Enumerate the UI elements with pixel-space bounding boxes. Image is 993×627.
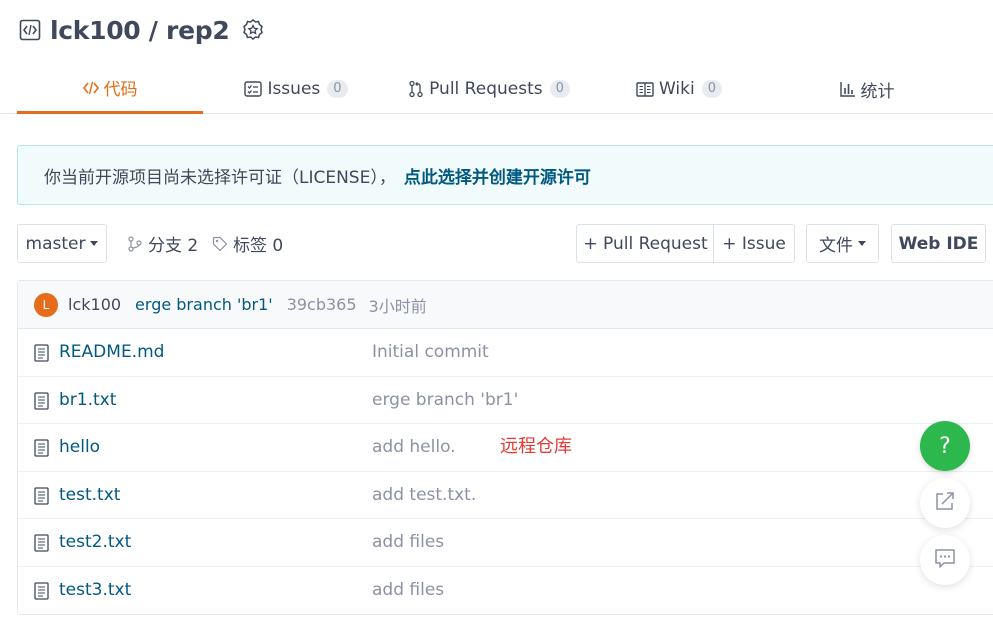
- file-last-commit[interactable]: add hello.: [372, 437, 456, 457]
- new-pull-request-button[interactable]: + Pull Request: [576, 224, 715, 263]
- branch-icon: [127, 235, 143, 252]
- issues-count-badge: 0: [327, 80, 348, 98]
- stats-icon: [839, 81, 856, 97]
- new-issue-label: + Issue: [722, 233, 786, 254]
- branch-select-label: master: [25, 233, 86, 254]
- file-last-commit[interactable]: erge branch 'br1': [372, 390, 518, 410]
- annotation-label: 远程仓库: [500, 436, 572, 457]
- license-notice-text: 你当前开源项目尚未选择许可证（LICENSE），: [44, 167, 396, 188]
- repo-toolbar: master 分支 2 标签 0 + Pull Request + Issue …: [17, 224, 993, 264]
- share-icon: [934, 490, 956, 516]
- file-icon: [34, 344, 50, 362]
- create-license-link[interactable]: 点此选择并创建开源许可: [404, 163, 591, 188]
- help-button[interactable]: ?: [920, 421, 970, 471]
- file-icon: [34, 534, 50, 552]
- wiki-icon: [636, 81, 654, 97]
- file-last-commit[interactable]: add files: [372, 532, 444, 552]
- repo-header: lck100 / rep2: [18, 14, 265, 46]
- file-icon: [34, 486, 50, 505]
- license-notice: 你当前开源项目尚未选择许可证（LICENSE）， 点此选择并创建开源许可: [17, 145, 993, 205]
- tab-label: Issues: [267, 79, 321, 99]
- chat-icon: [934, 547, 956, 573]
- new-issue-button[interactable]: + Issue: [713, 224, 795, 263]
- file-row[interactable]: README.md Initial commit: [18, 329, 993, 377]
- file-menu-button[interactable]: 文件: [806, 224, 879, 263]
- file-last-commit[interactable]: Initial commit: [372, 342, 489, 362]
- tab-label: 代码: [103, 80, 138, 100]
- chat-button[interactable]: [920, 535, 970, 585]
- branches-count: 分支 2: [148, 236, 199, 256]
- file-last-commit[interactable]: add files: [372, 580, 444, 600]
- chevron-down-icon: [90, 241, 99, 246]
- file-icon: [34, 439, 50, 457]
- tab-stats[interactable]: 统计: [769, 64, 965, 114]
- file-row[interactable]: test3.txt add files: [18, 567, 993, 615]
- file-menu-label: 文件: [819, 236, 853, 256]
- code-repo-icon: [18, 18, 42, 42]
- branches-link[interactable]: 分支 2: [127, 224, 198, 263]
- file-name[interactable]: test3.txt: [59, 580, 131, 600]
- tab-wiki[interactable]: Wiki 0: [589, 64, 769, 114]
- tags-count: 标签 0: [233, 236, 284, 256]
- commit-time: 3小时前: [368, 296, 427, 316]
- repo-title[interactable]: lck100 / rep2: [50, 16, 230, 45]
- file-name[interactable]: hello: [59, 437, 100, 457]
- repo-tabs: 代码 Issues 0 Pull Requests 0 Wiki 0 统计: [0, 64, 993, 114]
- commit-author[interactable]: lck100: [68, 295, 121, 314]
- pull-requests-count-badge: 0: [549, 80, 570, 98]
- tab-label: 统计: [860, 81, 895, 102]
- latest-commit-bar: L lck100 erge branch 'br1' 39cb365 3小时前: [18, 281, 993, 329]
- pull-request-icon: [408, 80, 424, 98]
- web-ide-label: Web IDE: [898, 233, 979, 254]
- tab-label: Wiki: [658, 79, 695, 99]
- file-row[interactable]: test2.txt add files: [18, 519, 993, 567]
- commit-sha[interactable]: 39cb365: [287, 295, 357, 314]
- file-name[interactable]: br1.txt: [59, 390, 116, 410]
- tab-pull-requests[interactable]: Pull Requests 0: [389, 64, 589, 114]
- chevron-down-icon: [858, 241, 866, 246]
- tags-link[interactable]: 标签 0: [212, 224, 283, 263]
- tag-icon: [212, 236, 228, 252]
- issues-icon: [244, 81, 263, 97]
- file-icon: [34, 581, 50, 600]
- file-last-commit[interactable]: add test.txt.: [372, 485, 476, 505]
- avatar[interactable]: L: [34, 292, 58, 317]
- file-name[interactable]: test2.txt: [59, 532, 131, 552]
- code-icon: [82, 80, 99, 96]
- file-name[interactable]: test.txt: [59, 485, 120, 505]
- wiki-count-badge: 0: [701, 80, 722, 98]
- award-badge-icon[interactable]: [241, 18, 265, 42]
- file-name[interactable]: README.md: [59, 342, 164, 362]
- commit-message[interactable]: erge branch 'br1': [135, 295, 273, 314]
- branch-select[interactable]: master: [17, 224, 107, 263]
- tab-code[interactable]: 代码: [17, 64, 203, 114]
- web-ide-button[interactable]: Web IDE: [891, 224, 986, 263]
- help-icon: ?: [939, 433, 951, 459]
- file-icon: [34, 391, 50, 410]
- share-button[interactable]: [920, 478, 970, 528]
- file-row[interactable]: test.txt add test.txt.: [18, 472, 993, 519]
- tab-label: Pull Requests: [429, 79, 543, 99]
- file-row[interactable]: br1.txt erge branch 'br1': [18, 377, 993, 424]
- new-pull-request-label: + Pull Request: [583, 233, 708, 254]
- tab-issues[interactable]: Issues 0: [203, 64, 389, 114]
